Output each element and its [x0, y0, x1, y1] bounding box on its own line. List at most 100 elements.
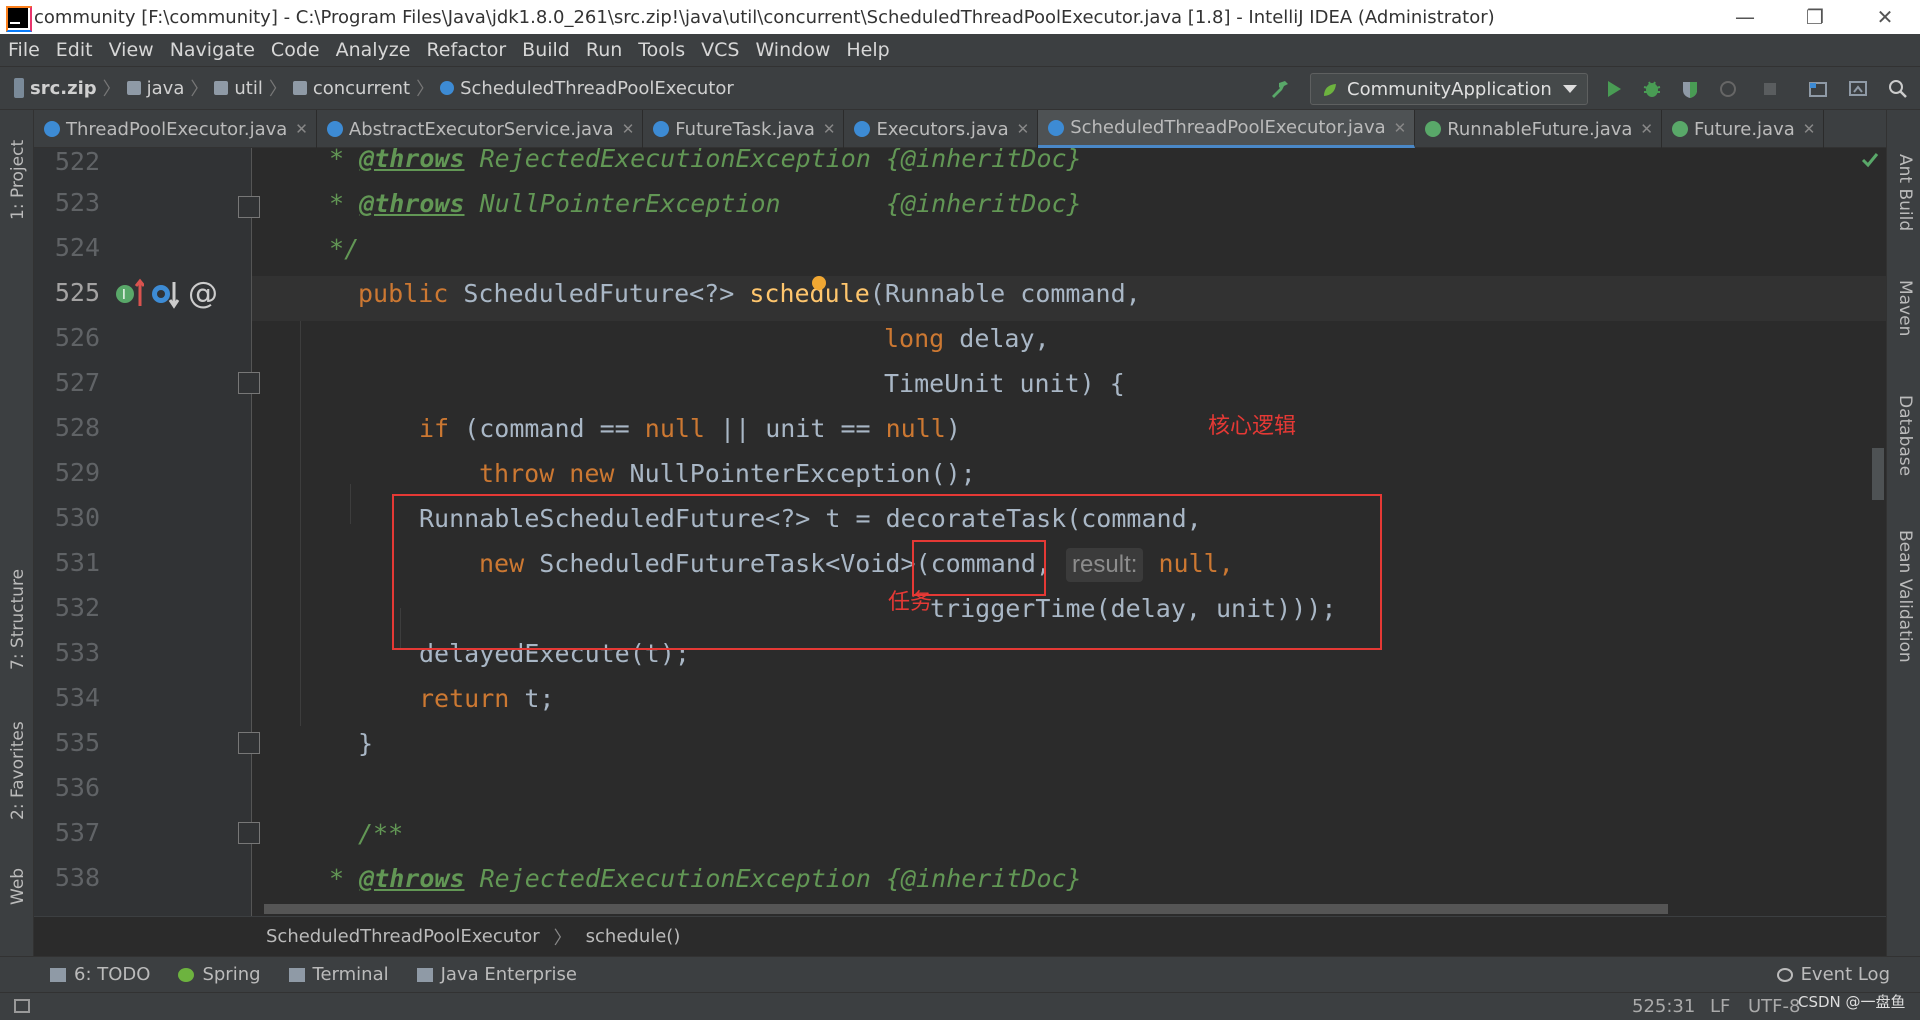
class-icon [854, 121, 871, 137]
menu-refactor[interactable]: Refactor [418, 39, 514, 61]
crumb-class[interactable]: ScheduledThreadPoolExecutor [460, 78, 734, 99]
tool-terminal[interactable]: Terminal [288, 964, 389, 985]
crumb-separator: 〉 [102, 79, 121, 100]
method-name: schedule [749, 279, 870, 308]
window-controls: — ❐ ✕ [1710, 0, 1920, 34]
crumb-src-zip[interactable]: src.zip [30, 78, 97, 99]
caret-position[interactable]: 525:31 [1632, 996, 1695, 1017]
crumb-concurrent[interactable]: concurrent [313, 78, 410, 99]
run-icon[interactable] [1604, 79, 1624, 99]
tool-label: Java Enterprise [440, 964, 577, 985]
title-bar: community [F:\community] - C:\Program Fi… [0, 0, 1920, 34]
fold-marker[interactable] [238, 732, 260, 754]
menu-analyze[interactable]: Analyze [328, 39, 419, 61]
breadcrumb-method[interactable]: schedule() [586, 926, 681, 947]
vertical-scrollbar-thumb[interactable] [1872, 448, 1884, 500]
tool-project[interactable]: 1: Project [8, 140, 28, 220]
crumb-java[interactable]: java [147, 78, 185, 99]
minimize-button[interactable]: — [1710, 0, 1780, 34]
tool-event-log[interactable]: Event Log [1776, 964, 1890, 985]
stop-icon[interactable] [1760, 79, 1780, 99]
tab-executors[interactable]: Executors.java ✕ [844, 110, 1039, 148]
run-configuration-select[interactable]: CommunityApplication [1310, 73, 1588, 105]
menu-edit[interactable]: Edit [48, 39, 101, 61]
menu-file[interactable]: File [0, 39, 48, 61]
menu-help[interactable]: Help [838, 39, 897, 61]
comment: * [314, 189, 360, 218]
code-line-534: return t; [419, 676, 554, 721]
file-encoding[interactable]: UTF-8 [1748, 996, 1800, 1017]
close-icon[interactable]: ✕ [1803, 120, 1816, 138]
java-enterprise-icon [416, 967, 433, 982]
breadcrumb-class[interactable]: ScheduledThreadPoolExecutor [266, 926, 540, 947]
close-icon[interactable]: ✕ [622, 120, 635, 138]
tool-java-enterprise[interactable]: Java Enterprise [416, 964, 577, 985]
keyword: return [419, 684, 510, 713]
project-structure-icon[interactable] [1808, 79, 1828, 99]
comment: {@inheritDoc} [885, 148, 1082, 173]
tool-windows-bar: 6: TODO Spring Terminal Java Enterprise … [0, 956, 1920, 992]
tab-abstractexecutorservice[interactable]: AbstractExecutorService.java ✕ [317, 110, 644, 148]
keyword: long [884, 324, 945, 353]
breadcrumb: src.zip 〉 java 〉 util 〉 concurrent 〉 Sch… [14, 75, 734, 101]
close-icon[interactable]: ✕ [1017, 120, 1030, 138]
menu-window[interactable]: Window [747, 39, 838, 61]
restore-button[interactable]: ❐ [1780, 0, 1850, 34]
menu-view[interactable]: View [101, 39, 162, 61]
no-problems-check-icon[interactable] [1860, 150, 1880, 170]
presentation-icon[interactable] [1848, 79, 1868, 99]
tool-todo[interactable]: 6: TODO [50, 964, 150, 985]
search-icon[interactable] [1888, 79, 1908, 99]
intention-bulb-icon[interactable] [812, 276, 826, 290]
menu-vcs[interactable]: VCS [693, 39, 747, 61]
close-icon[interactable]: ✕ [295, 120, 308, 138]
tab-scheduledthreadpoolexecutor[interactable]: ScheduledThreadPoolExecutor.java ✕ [1038, 110, 1416, 148]
menu-build[interactable]: Build [514, 39, 578, 61]
toggle-tool-windows-icon[interactable] [14, 999, 30, 1013]
overriding-method-icon[interactable] [150, 278, 180, 310]
build-hammer-icon[interactable] [1270, 79, 1290, 99]
tab-runnablefuture[interactable]: RunnableFuture.java ✕ [1415, 110, 1662, 148]
fold-marker[interactable] [238, 372, 260, 394]
tool-structure[interactable]: 7: Structure [8, 569, 28, 670]
comment: NullPointerException [464, 189, 886, 218]
code-editor[interactable]: 522 523 524 525 526 527 528 529 530 531 … [34, 148, 1886, 916]
menu-navigate[interactable]: Navigate [162, 39, 263, 61]
close-icon[interactable]: ✕ [1394, 119, 1407, 137]
coverage-icon[interactable] [1680, 79, 1700, 99]
line-number: 538 [54, 863, 100, 892]
profiler-icon[interactable] [1718, 79, 1738, 99]
spring-app-icon [1324, 84, 1336, 96]
tool-ant-build[interactable]: Ant Build [1895, 154, 1915, 231]
editor-breadcrumb: ScheduledThreadPoolExecutor 〉 schedule() [34, 916, 1886, 956]
crumb-separator: 〉 [190, 79, 209, 100]
crumb-util[interactable]: util [234, 78, 262, 99]
code-line-528: if (command == null || unit == null) [419, 406, 961, 451]
tool-label: Terminal [312, 964, 389, 985]
code-area[interactable]: * @throws RejectedExecutionException {@i… [264, 148, 1864, 916]
fold-marker[interactable] [238, 822, 260, 844]
tool-bean-validation[interactable]: Bean Validation [1895, 530, 1915, 663]
close-icon[interactable]: ✕ [823, 120, 836, 138]
implemented-method-icon[interactable]: I [114, 278, 144, 310]
tool-maven[interactable]: Maven [1895, 280, 1915, 336]
menu-tools[interactable]: Tools [630, 39, 693, 61]
tool-favorites[interactable]: 2: Favorites [8, 721, 28, 820]
tool-database[interactable]: Database [1895, 395, 1915, 476]
tab-future[interactable]: Future.java ✕ [1662, 110, 1825, 148]
tab-threadpoolexecutor[interactable]: ThreadPoolExecutor.java ✕ [34, 110, 317, 148]
tool-spring[interactable]: Spring [178, 964, 261, 985]
line-separator[interactable]: LF [1710, 996, 1730, 1017]
editor-tabs: ThreadPoolExecutor.java ✕ AbstractExecuto… [34, 110, 1886, 148]
keyword: null [885, 414, 946, 443]
debug-icon[interactable] [1642, 79, 1662, 99]
horizontal-scrollbar[interactable] [264, 904, 1668, 914]
close-icon[interactable]: ✕ [1640, 120, 1653, 138]
tab-futuretask[interactable]: FutureTask.java ✕ [643, 110, 845, 148]
tool-web[interactable]: Web [8, 868, 28, 905]
close-button[interactable]: ✕ [1850, 0, 1920, 34]
menu-code[interactable]: Code [263, 39, 328, 61]
fold-marker[interactable] [238, 196, 260, 218]
menu-run[interactable]: Run [578, 39, 630, 61]
line-number: 534 [54, 683, 100, 712]
